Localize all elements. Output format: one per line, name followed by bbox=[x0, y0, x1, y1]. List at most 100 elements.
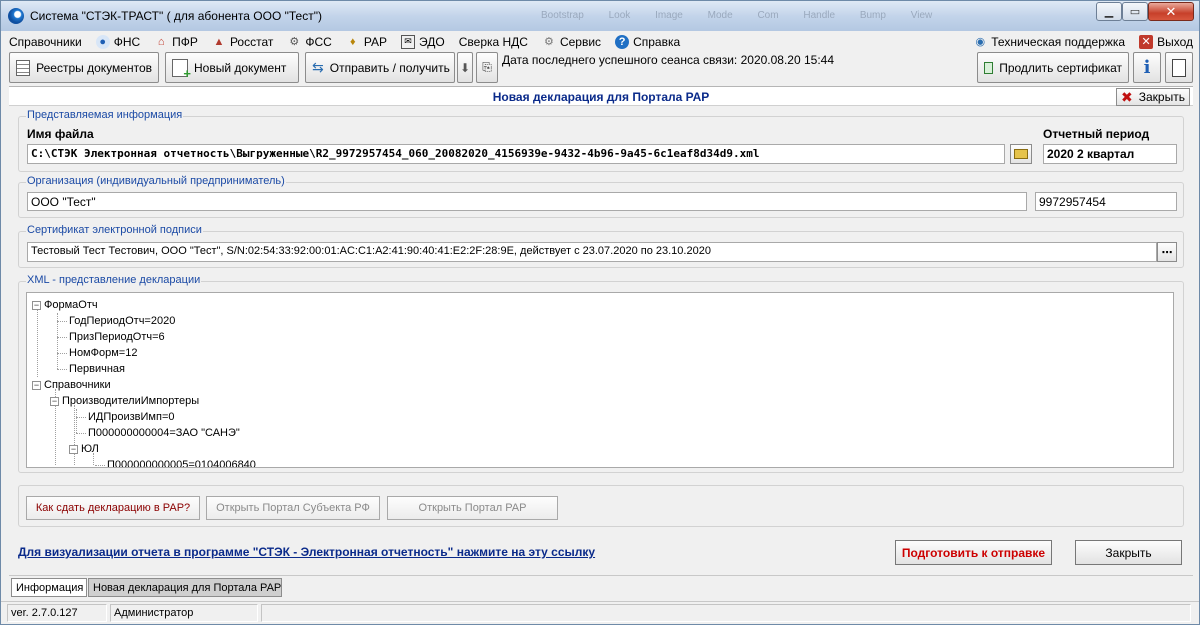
tree-connector bbox=[57, 337, 67, 338]
info-button[interactable]: i bbox=[1133, 52, 1161, 83]
registers-button[interactable]: Реестры документов bbox=[9, 52, 159, 83]
tree-connector bbox=[57, 321, 67, 322]
open-rar-portal-button[interactable]: Открыть Портал РАР bbox=[387, 496, 558, 520]
menu-label: РАР bbox=[363, 34, 388, 49]
menu-rosstat[interactable]: ▲ Росстат bbox=[212, 35, 273, 49]
tree-connector bbox=[57, 369, 67, 370]
ghost-menu-item: Handle bbox=[803, 10, 836, 21]
tree-node[interactable]: − Справочники bbox=[32, 377, 111, 393]
tree-node[interactable]: Первичная bbox=[69, 361, 125, 377]
fss-icon: ⚙ bbox=[289, 36, 300, 48]
menu-fss[interactable]: ⚙ ФСС bbox=[287, 35, 331, 49]
period-input[interactable]: 2020 2 квартал bbox=[1043, 144, 1177, 164]
ghost-menu-item: View bbox=[910, 10, 933, 21]
tree-node[interactable]: − ПроизводителиИмпортеры bbox=[50, 393, 199, 409]
ghost-menu-item: Com bbox=[757, 10, 779, 21]
menu-right-group: ◉ Техническая поддержка ✕ Выход bbox=[973, 32, 1193, 51]
new-document-label: Новый документ bbox=[194, 60, 287, 75]
tech-support-label: Техническая поддержка bbox=[991, 34, 1126, 49]
certificate-group-legend: Сертификат электронной подписи bbox=[26, 224, 203, 236]
close-window-button[interactable]: ✕ bbox=[1148, 2, 1194, 21]
print-button[interactable] bbox=[1165, 52, 1193, 83]
file-name-label: Имя файла bbox=[27, 127, 94, 141]
tree-node-label: П000000000005=0104006840 bbox=[107, 459, 256, 468]
prepare-to-send-button[interactable]: Подготовить к отправке bbox=[895, 540, 1052, 565]
organization-name-field[interactable]: ООО "Тест" bbox=[27, 192, 1027, 211]
tab-new-declaration[interactable]: Новая декларация для Портала РАР bbox=[88, 578, 282, 597]
tech-support-link[interactable]: ◉ Техническая поддержка bbox=[973, 35, 1125, 49]
edo-icon: ✉ bbox=[401, 34, 416, 49]
ghost-menu-item: Image bbox=[655, 10, 683, 21]
renew-certificate-button[interactable]: Продлить сертификат bbox=[977, 52, 1129, 83]
menu-label: ФСС bbox=[305, 34, 332, 49]
close-form-label: Закрыть bbox=[1138, 90, 1185, 104]
tree-connector bbox=[76, 417, 86, 418]
ghost-menu-item: Bootstrap bbox=[541, 10, 584, 21]
menu-help[interactable]: ? Справка bbox=[615, 34, 681, 49]
menu-pfr[interactable]: ⌂ ПФР bbox=[154, 35, 198, 49]
send-receive-button[interactable]: ⇆ Отправить / получить bbox=[305, 52, 455, 83]
close-bottom-button[interactable]: Закрыть bbox=[1075, 540, 1182, 565]
organization-group-legend: Организация (индивидуальный предпринимат… bbox=[26, 175, 286, 187]
menu-service[interactable]: ⚙ Сервис bbox=[542, 35, 601, 49]
menu-label: ФНС bbox=[113, 34, 141, 49]
menu-directories[interactable]: Справочники bbox=[9, 35, 82, 49]
version-panel: ver. 2.7.0.127 bbox=[7, 604, 107, 622]
tree-node[interactable]: ГодПериодОтч=2020 bbox=[69, 313, 175, 329]
renew-certificate-label: Продлить сертификат bbox=[999, 60, 1122, 75]
menu-label: Справочники bbox=[9, 34, 82, 49]
new-document-icon: + bbox=[172, 58, 191, 80]
toolbar: Реестры документов + Новый документ ⇆ От… bbox=[9, 52, 1193, 85]
pfr-icon: ⌂ bbox=[157, 35, 165, 48]
maximize-button[interactable]: ▭ bbox=[1122, 2, 1148, 21]
menu-label: Сверка НДС bbox=[458, 34, 528, 49]
period-label: Отчетный период bbox=[1043, 127, 1150, 141]
tree-connector bbox=[76, 433, 86, 434]
sync-button[interactable]: ⎘ bbox=[476, 52, 498, 83]
help-icon: ? bbox=[615, 34, 630, 49]
form-header: Новая декларация для Портала РАР ✖ Закры… bbox=[9, 87, 1193, 106]
new-document-button[interactable]: + Новый документ bbox=[165, 52, 299, 83]
menu-rar[interactable]: ♦ РАР bbox=[346, 35, 387, 49]
tree-node[interactable]: П000000000005=0104006840 bbox=[107, 457, 256, 468]
menu-fns[interactable]: ● ФНС bbox=[95, 34, 141, 49]
menu-label: Справка bbox=[633, 34, 681, 49]
organization-inn-field[interactable]: 9972957454 bbox=[1035, 192, 1177, 211]
background-window-menu: Bootstrap Look Image Mode Com Handle Bum… bbox=[541, 10, 954, 21]
close-form-button[interactable]: ✖ Закрыть bbox=[1116, 88, 1190, 106]
menu-label: ПФР bbox=[172, 34, 198, 49]
certificate-field[interactable]: Тестовый Тест Тестович, ООО "Тест", S/N:… bbox=[27, 242, 1157, 262]
tree-node[interactable]: ПризПериодОтч=6 bbox=[69, 329, 165, 345]
browse-file-button[interactable] bbox=[1010, 144, 1032, 164]
info-group-legend: Представляемая информация bbox=[26, 109, 184, 121]
tree-connector bbox=[37, 305, 38, 377]
exit-button[interactable]: ✕ Выход bbox=[1139, 34, 1193, 49]
tree-node[interactable]: − ФормаОтч bbox=[32, 297, 98, 313]
tree-node-label: Первичная bbox=[69, 363, 126, 375]
how-to-submit-button[interactable]: Как сдать декларацию в РАР? bbox=[26, 496, 200, 520]
certificate-group: Сертификат электронной подписи Тестовый … bbox=[18, 224, 1184, 268]
tree-node[interactable]: НомФорм=12 bbox=[69, 345, 137, 361]
menu-vat-reconciliation[interactable]: Сверка НДС bbox=[459, 35, 528, 49]
collapse-icon: − bbox=[69, 443, 78, 454]
tree-node[interactable]: − ЮЛ bbox=[69, 441, 99, 457]
fns-icon: ● bbox=[95, 34, 110, 49]
app-window: Система "СТЭК-ТРАСТ" ( для абонента ООО … bbox=[0, 0, 1200, 625]
menu-edo[interactable]: ✉ ЭДО bbox=[401, 34, 445, 49]
download-arrow-button[interactable]: ⬇ bbox=[457, 52, 473, 83]
collapse-icon: − bbox=[32, 299, 41, 310]
rar-icon: ♦ bbox=[350, 35, 356, 48]
open-subject-portal-button[interactable]: Открыть Портал Субъекта РФ bbox=[206, 496, 380, 520]
xml-tree-view[interactable]: − ФормаОтч ГодПериодОтч=2020 ПризПериодОт… bbox=[26, 292, 1174, 468]
tree-node-label: ПризПериодОтч=6 bbox=[69, 331, 165, 343]
select-certificate-button[interactable]: ⋯ bbox=[1157, 242, 1177, 262]
visualize-report-link[interactable]: Для визуализации отчета в программе "СТЭ… bbox=[18, 545, 595, 559]
tree-node[interactable]: П000000000004=ЗАО "САНЭ" bbox=[88, 425, 240, 441]
tab-information[interactable]: Информация bbox=[11, 578, 87, 597]
menu-bar: Справочники ● ФНС ⌂ ПФР ▲ Росстат ⚙ ФСС ♦ РАР… bbox=[9, 32, 1193, 51]
tree-node[interactable]: ИДПроизвИмп=0 bbox=[88, 409, 175, 425]
minimize-button[interactable]: ▁ bbox=[1096, 2, 1122, 21]
file-name-input[interactable]: C:\СТЭК Электронная отчетность\Выгруженн… bbox=[27, 144, 1005, 164]
rosstat-icon: ▲ bbox=[213, 35, 225, 48]
organization-group: Организация (индивидуальный предпринимат… bbox=[18, 175, 1184, 218]
